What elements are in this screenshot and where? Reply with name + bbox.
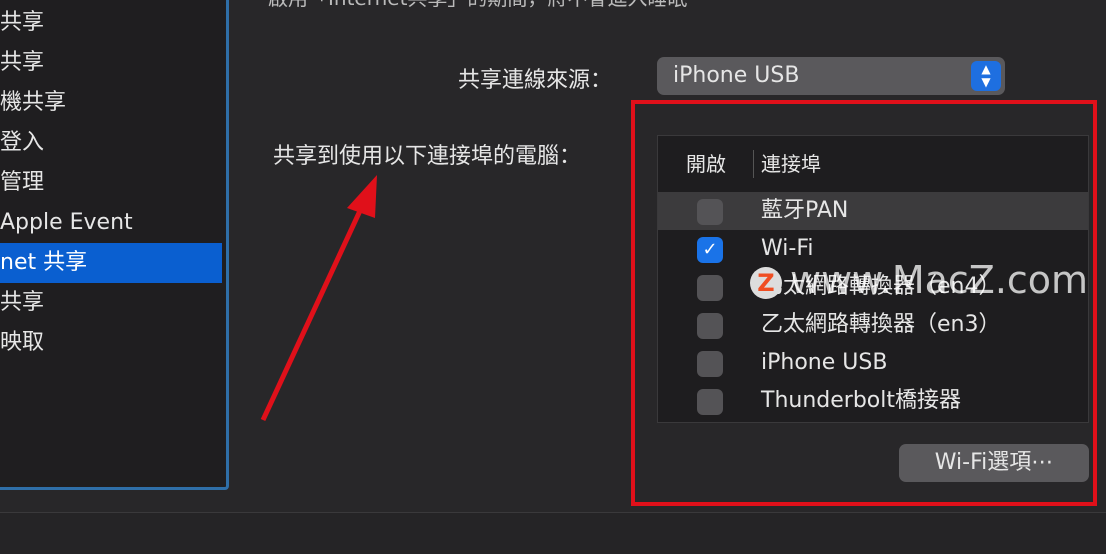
sidebar-item[interactable]: 共享 (0, 3, 222, 43)
sidebar-item[interactable]: 登入 (0, 123, 222, 163)
sidebar-item[interactable]: 管理 (0, 163, 222, 203)
sidebar: 共享 共享 機共享 登入 管理 Apple Event net 共享 共享 映取 (0, 0, 229, 490)
sidebar-item[interactable]: 映取 (0, 323, 222, 363)
top-note: 啟用「Internet共享」的期間，將不會進入睡眠 (268, 0, 687, 11)
share-label: 共享到使用以下連接埠的電腦： (273, 144, 582, 169)
watermark: Zwww.MacZ.com (750, 258, 1088, 302)
sidebar-item[interactable]: net 共享 (0, 243, 222, 283)
sidebar-item[interactable]: 共享 (0, 43, 222, 83)
wifi-options-button[interactable]: Wi-Fi選項⋯ (899, 444, 1089, 482)
sidebar-item[interactable]: 共享 (0, 283, 222, 323)
source-select[interactable]: iPhone USB ▲ ▼ (657, 57, 1005, 95)
sidebar-item[interactable]: 機共享 (0, 83, 222, 123)
chevron-updown-icon: ▲ ▼ (971, 61, 1001, 91)
source-value: iPhone USB (673, 63, 800, 88)
source-label: 共享連線來源： (458, 68, 613, 93)
arrow-annotation (260, 175, 377, 422)
macz-logo-icon: Z (750, 266, 782, 299)
bottom-bar (0, 512, 1106, 554)
sidebar-item[interactable]: Apple Event (0, 203, 222, 243)
